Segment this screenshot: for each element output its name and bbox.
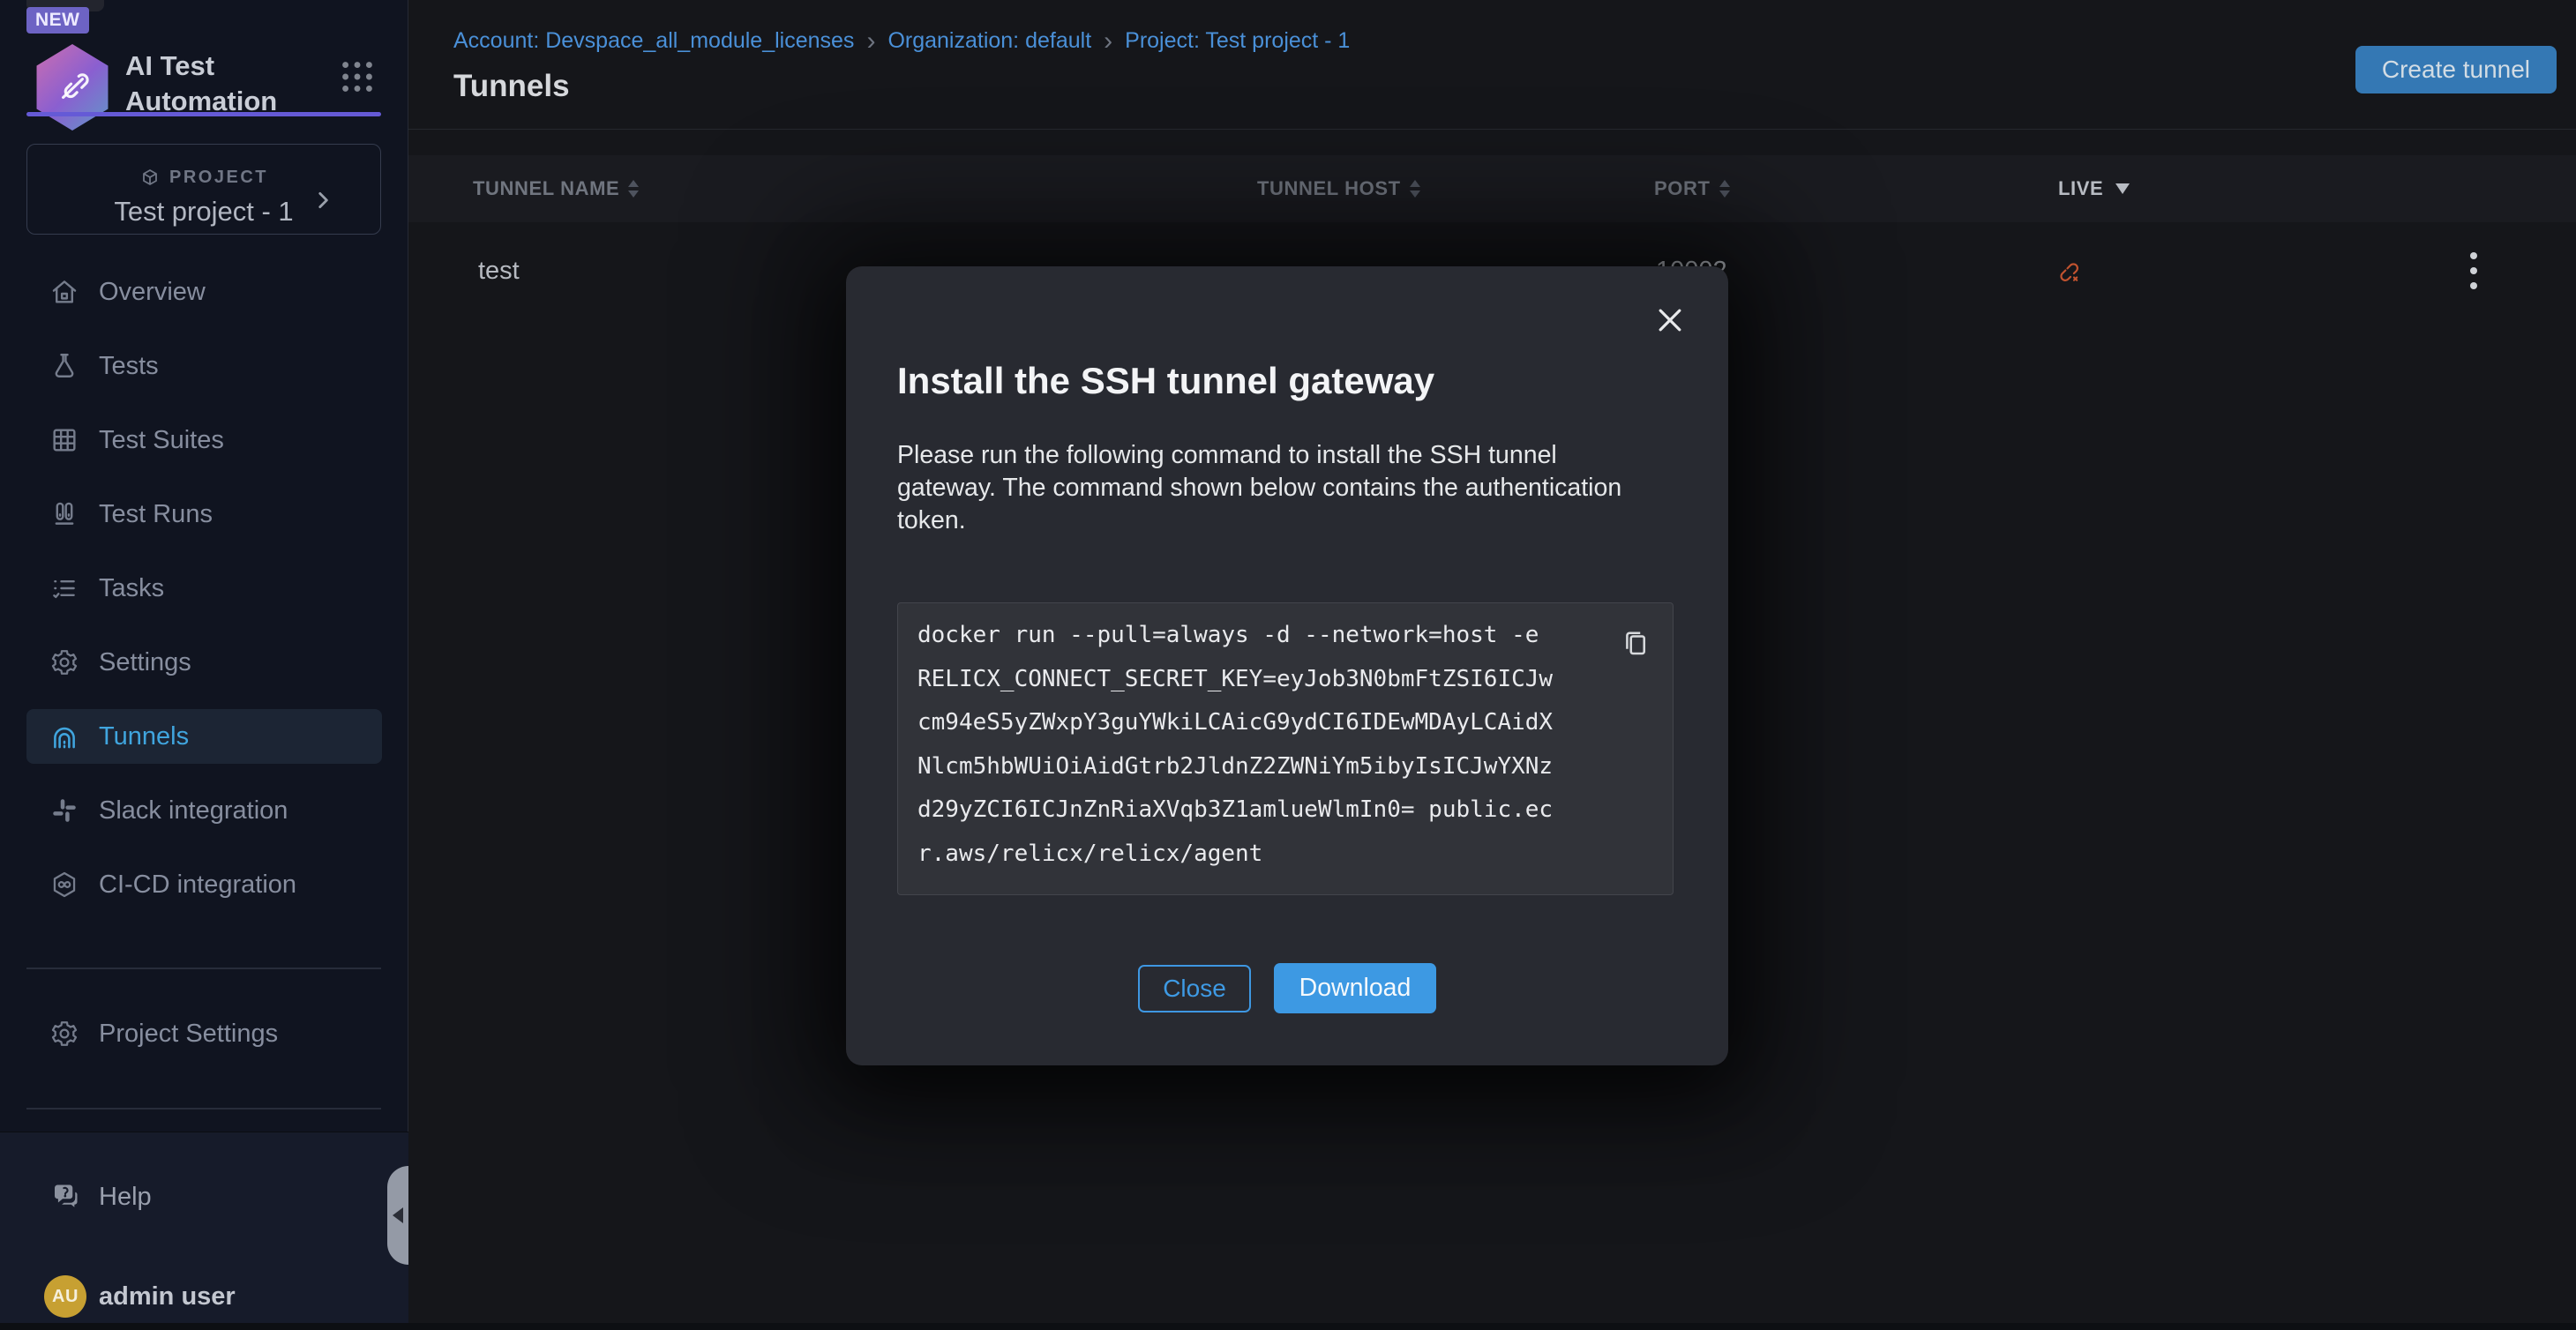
close-button[interactable]: Close bbox=[1138, 965, 1251, 1012]
sidebar-item-slack-integration[interactable]: Slack integration bbox=[26, 783, 382, 838]
sidebar-footer: Help AU admin user bbox=[0, 1132, 408, 1330]
sidebar-item-tests[interactable]: Tests bbox=[26, 339, 382, 393]
modal-title: Install the SSH tunnel gateway bbox=[897, 360, 1434, 402]
user-name: admin user bbox=[99, 1282, 236, 1311]
flask-icon bbox=[49, 351, 79, 381]
gear-icon bbox=[49, 647, 79, 677]
test-runs-icon bbox=[49, 499, 79, 529]
code-line: docker run --pull=always -d --network=ho… bbox=[917, 614, 1653, 658]
sidebar: NEW AI Test Automation PROJECT Test proj… bbox=[0, 0, 408, 1330]
sidebar-item-label: Tunnels bbox=[99, 722, 189, 751]
sidebar-item-project-settings[interactable]: Project Settings bbox=[26, 1006, 382, 1061]
sort-icons bbox=[628, 180, 639, 198]
tunnel-name-cell: test bbox=[478, 222, 520, 319]
sidebar-item-label: Overview bbox=[99, 278, 206, 307]
column-header-port[interactable]: PORT bbox=[1654, 155, 1730, 222]
ssh-gateway-modal: Install the SSH tunnel gateway Please ru… bbox=[846, 266, 1728, 1065]
sidebar-item-tasks[interactable]: Tasks bbox=[26, 561, 382, 616]
sidebar-item-label: Test Suites bbox=[99, 426, 224, 455]
new-badge: NEW bbox=[26, 7, 89, 34]
sidebar-item-label: Settings bbox=[99, 648, 191, 677]
project-cube-icon bbox=[139, 168, 161, 189]
help-label: Help bbox=[99, 1183, 152, 1212]
row-actions-kebab-icon[interactable] bbox=[2470, 222, 2477, 319]
sort-icons bbox=[1719, 180, 1730, 198]
sort-icons bbox=[1410, 180, 1420, 198]
column-header-tunnel-name[interactable]: TUNNEL NAME bbox=[473, 155, 639, 222]
sidebar-item-test-runs[interactable]: Test Runs bbox=[26, 487, 382, 542]
home-icon bbox=[49, 277, 79, 307]
slack-icon bbox=[49, 796, 79, 826]
app-logo bbox=[32, 44, 113, 131]
install-command-codeblock: docker run --pull=always -d --network=ho… bbox=[897, 602, 1674, 895]
tunnel-icon bbox=[49, 721, 79, 751]
chevron-right-icon bbox=[311, 189, 334, 212]
sidebar-item-overview[interactable]: Overview bbox=[26, 265, 382, 319]
avatar: AU bbox=[44, 1275, 86, 1318]
sidebar-menu: Overview Tests Test Suites bbox=[0, 265, 408, 931]
modal-actions: Close Download bbox=[846, 963, 1728, 1013]
apps-grid-icon[interactable] bbox=[337, 56, 378, 97]
column-label: LIVE bbox=[2058, 177, 2103, 200]
code-line: cm94eS5yZWxpY3guYWkiLCAicG9ydCI6IDEwMDAy… bbox=[917, 701, 1653, 745]
code-line: d29yZCI6ICJnZnRiaXVqb3Z1amlueWlmIn0= pub… bbox=[917, 788, 1653, 833]
sidebar-item-label: Project Settings bbox=[99, 1020, 278, 1049]
cicd-icon bbox=[49, 870, 79, 900]
download-button[interactable]: Download bbox=[1274, 963, 1436, 1013]
brand-accent-rule bbox=[26, 112, 381, 116]
sidebar-collapse-handle[interactable] bbox=[387, 1166, 408, 1265]
table-grid-icon bbox=[49, 425, 79, 455]
sidebar-divider bbox=[26, 1108, 381, 1110]
sidebar-item-label: CI-CD integration bbox=[99, 870, 296, 900]
app-title: AI Test Automation bbox=[125, 49, 324, 119]
user-menu[interactable]: AU admin user bbox=[44, 1275, 236, 1318]
code-line: RELICX_CONNECT_SECRET_KEY=eyJob3N0bmFtZS… bbox=[917, 658, 1653, 702]
chain-link-icon bbox=[50, 65, 94, 109]
table-header-row: TUNNEL NAME TUNNEL HOST PORT LIVE bbox=[408, 155, 2576, 222]
sort-desc-icon bbox=[2115, 183, 2130, 194]
gear-icon bbox=[49, 1019, 79, 1049]
tasks-list-icon bbox=[49, 573, 79, 603]
column-label: PORT bbox=[1654, 177, 1711, 200]
sidebar-item-test-suites[interactable]: Test Suites bbox=[26, 413, 382, 467]
column-label: TUNNEL NAME bbox=[473, 177, 619, 200]
sidebar-item-label: Tests bbox=[99, 352, 159, 381]
help-button[interactable]: Help bbox=[26, 1169, 382, 1224]
column-header-live[interactable]: LIVE bbox=[2058, 155, 2130, 222]
code-line: r.aws/relicx/relicx/agent bbox=[917, 833, 1653, 877]
modal-body-text: Please run the following command to inst… bbox=[897, 439, 1674, 537]
sidebar-item-label: Slack integration bbox=[99, 796, 288, 826]
project-selector[interactable]: PROJECT Test project - 1 bbox=[26, 144, 381, 235]
sidebar-item-cicd-integration[interactable]: CI-CD integration bbox=[26, 857, 382, 912]
collapse-left-icon bbox=[393, 1207, 403, 1223]
sidebar-divider bbox=[26, 968, 381, 969]
project-selector-label: PROJECT bbox=[169, 168, 268, 188]
copy-icon[interactable] bbox=[1620, 626, 1653, 660]
help-chat-icon bbox=[49, 1181, 81, 1213]
close-icon[interactable] bbox=[1652, 300, 1693, 340]
column-label: TUNNEL HOST bbox=[1257, 177, 1401, 200]
viewport-bottom-edge bbox=[0, 1323, 2576, 1330]
sidebar-item-settings[interactable]: Settings bbox=[26, 635, 382, 690]
code-line: Nlcm5hbWUiOiAidGtrb2JldnZ2ZWNiYm5ibyIsIC… bbox=[917, 745, 1653, 789]
sidebar-item-label: Test Runs bbox=[99, 500, 213, 529]
sidebar-item-label: Tasks bbox=[99, 574, 164, 603]
link-broken-icon bbox=[2055, 258, 2081, 284]
sidebar-item-tunnels[interactable]: Tunnels bbox=[26, 709, 382, 764]
column-header-tunnel-host[interactable]: TUNNEL HOST bbox=[1257, 155, 1420, 222]
live-status-cell bbox=[2055, 222, 2081, 319]
